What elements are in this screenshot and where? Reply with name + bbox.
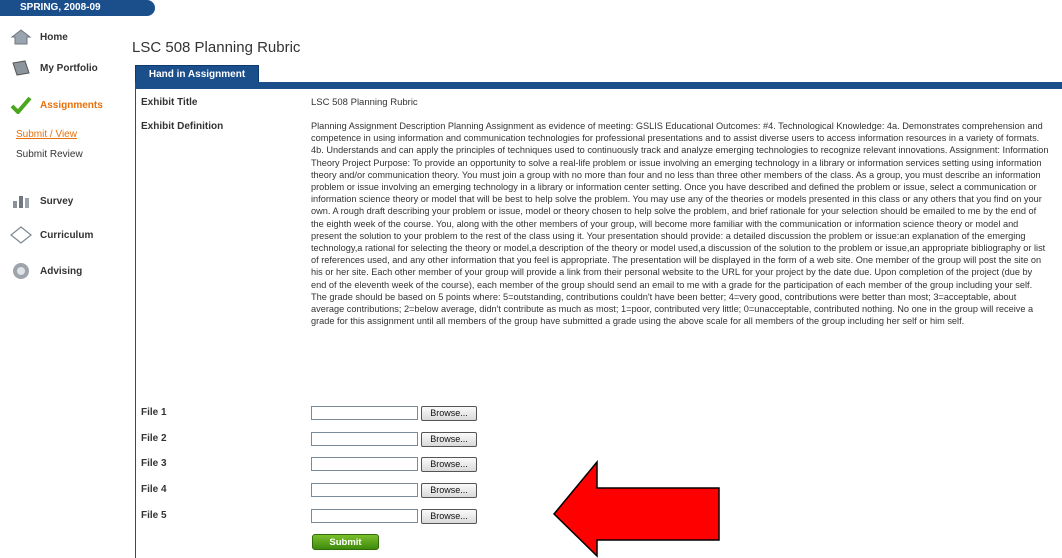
term-label: SPRING, 2008-09 <box>0 0 155 16</box>
sidebar-item-label: Advising <box>40 265 83 277</box>
sidebar-item-curriculum[interactable]: Curriculum <box>0 223 120 247</box>
exhibit-title-label: Exhibit Title <box>141 97 198 108</box>
file-3-label: File 3 <box>141 458 167 469</box>
content-border <box>135 89 136 558</box>
file-1-browse-button[interactable]: Browse... <box>421 406 477 421</box>
file-3-browse-button[interactable]: Browse... <box>421 457 477 472</box>
sidebar-item-label: My Portfolio <box>40 62 98 74</box>
home-icon <box>10 29 32 45</box>
file-2-label: File 2 <box>141 433 167 444</box>
submit-button[interactable]: Submit <box>312 534 379 550</box>
sidebar-item-label: Curriculum <box>40 229 94 241</box>
sidebar-item-advising[interactable]: Advising <box>0 259 120 283</box>
sidebar-item-assignments[interactable]: Assignments <box>0 93 120 117</box>
exhibit-definition-text: Planning Assignment Description Planning… <box>311 121 1049 327</box>
exhibit-definition-label: Exhibit Definition <box>141 121 224 132</box>
sidebar-item-survey[interactable]: Survey <box>0 189 120 213</box>
portfolio-icon <box>12 60 30 76</box>
exhibit-title-value: LSC 508 Planning Rubric <box>311 97 418 108</box>
sidebar-item-home[interactable]: Home <box>0 25 120 49</box>
survey-icon <box>13 196 29 208</box>
tab-hand-in-assignment[interactable]: Hand in Assignment <box>135 65 259 82</box>
file-2-input[interactable] <box>311 432 418 446</box>
file-5-input[interactable] <box>311 509 418 523</box>
sidebar-item-label: Survey <box>40 195 74 207</box>
page-title: LSC 508 Planning Rubric <box>132 39 301 56</box>
file-1-input[interactable] <box>311 406 418 420</box>
sidebar-sub-submit-view[interactable]: Submit / View <box>16 129 77 140</box>
advising-icon <box>13 263 29 279</box>
sidebar-item-label: Home <box>40 31 68 43</box>
file-3-input[interactable] <box>311 457 418 471</box>
red-arrow-annotation <box>552 460 720 558</box>
file-2-browse-button[interactable]: Browse... <box>421 432 477 447</box>
checkmark-icon <box>10 96 32 114</box>
file-1-label: File 1 <box>141 407 167 418</box>
sidebar: Home My Portfolio Assignments Submit / V… <box>0 16 120 558</box>
curriculum-icon <box>10 226 32 244</box>
file-5-label: File 5 <box>141 510 167 521</box>
file-4-browse-button[interactable]: Browse... <box>421 483 477 498</box>
file-5-browse-button[interactable]: Browse... <box>421 509 477 524</box>
file-4-label: File 4 <box>141 484 167 495</box>
tab-rule <box>135 82 1062 89</box>
file-4-input[interactable] <box>311 483 418 497</box>
sidebar-sub-submit-review[interactable]: Submit Review <box>16 149 83 160</box>
sidebar-item-label: Assignments <box>40 99 103 111</box>
sidebar-item-my-portfolio[interactable]: My Portfolio <box>0 56 120 80</box>
